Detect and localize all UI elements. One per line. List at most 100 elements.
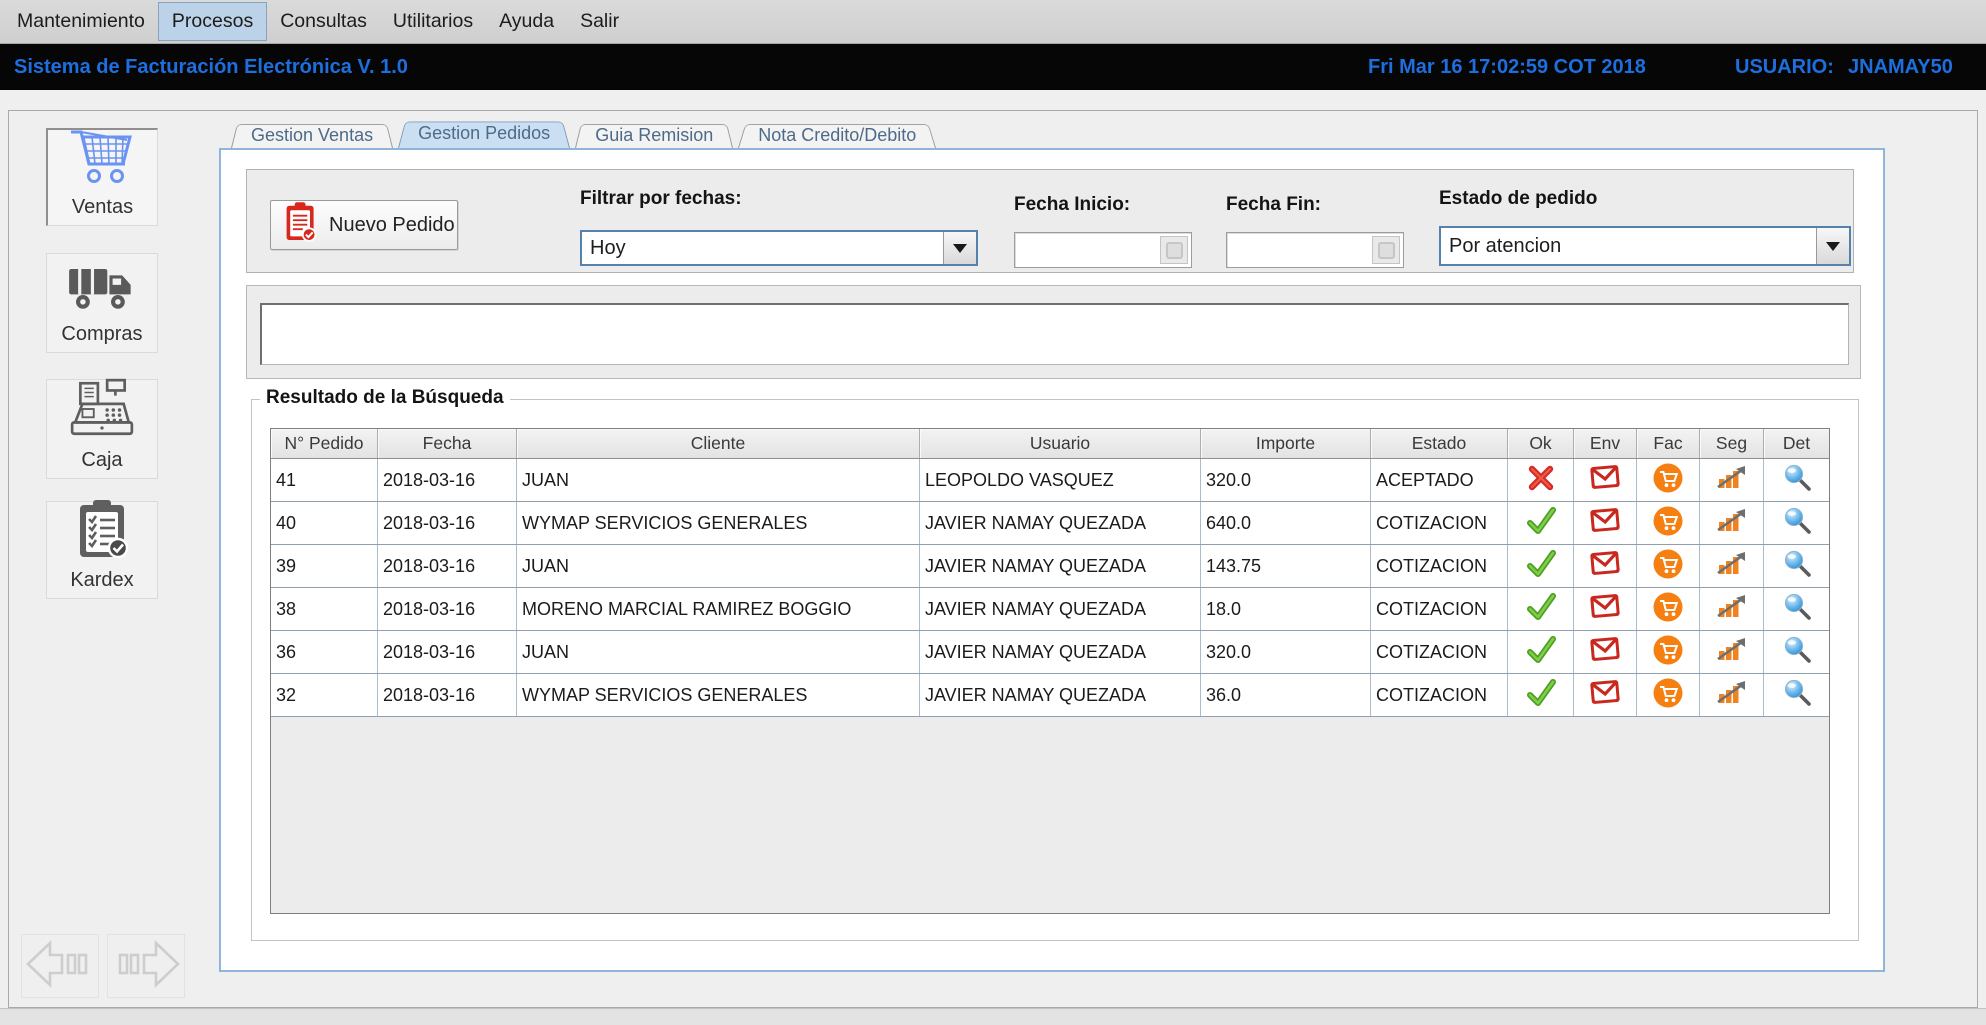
cell-pedido: 40 bbox=[271, 502, 378, 544]
column-header-5[interactable]: Estado bbox=[1371, 429, 1508, 458]
menu-item-procesos[interactable]: Procesos bbox=[158, 2, 267, 41]
estado-pedido-select[interactable]: Por atencion bbox=[1439, 226, 1851, 266]
stats-icon[interactable] bbox=[1716, 464, 1748, 497]
ok-check-icon bbox=[1525, 506, 1557, 541]
cell-seg bbox=[1700, 502, 1764, 544]
magnifier-icon[interactable] bbox=[1782, 463, 1812, 498]
table-row[interactable]: 36 2018-03-16 JUAN JAVIER NAMAY QUEZADA … bbox=[271, 631, 1829, 674]
cart-icon[interactable] bbox=[1652, 505, 1684, 542]
menu-item-utilitarios[interactable]: Utilitarios bbox=[380, 2, 486, 41]
window-footer bbox=[0, 1008, 1986, 1025]
mail-icon[interactable] bbox=[1589, 635, 1621, 670]
cell-estado: COTIZACION bbox=[1371, 631, 1508, 673]
menu-item-mantenimiento[interactable]: Mantenimiento bbox=[4, 2, 158, 41]
cell-fac bbox=[1637, 631, 1700, 673]
stats-icon[interactable] bbox=[1716, 636, 1748, 669]
tab-guia-remision[interactable]: Guia Remision bbox=[575, 122, 733, 148]
cell-env bbox=[1574, 674, 1637, 716]
table-row[interactable]: 38 2018-03-16 MORENO MARCIAL RAMIREZ BOG… bbox=[271, 588, 1829, 631]
table-row[interactable]: 40 2018-03-16 WYMAP SERVICIOS GENERALES … bbox=[271, 502, 1829, 545]
cell-det bbox=[1764, 545, 1829, 587]
magnifier-icon[interactable] bbox=[1782, 678, 1812, 713]
menu-item-ayuda[interactable]: Ayuda bbox=[486, 2, 567, 41]
nav-forward-button[interactable] bbox=[107, 934, 185, 998]
menu-item-consultas[interactable]: Consultas bbox=[267, 2, 380, 41]
cart-icon[interactable] bbox=[1652, 462, 1684, 499]
column-header-3[interactable]: Usuario bbox=[920, 429, 1201, 458]
table-row[interactable]: 32 2018-03-16 WYMAP SERVICIOS GENERALES … bbox=[271, 674, 1829, 717]
tab-nota-credito-debito[interactable]: Nota Credito/Debito bbox=[738, 122, 936, 148]
cart-icon[interactable] bbox=[1652, 634, 1684, 671]
magnifier-icon[interactable] bbox=[1782, 592, 1812, 627]
column-header-2[interactable]: Cliente bbox=[517, 429, 920, 458]
mail-icon[interactable] bbox=[1589, 463, 1621, 498]
cell-importe: 36.0 bbox=[1201, 674, 1371, 716]
fecha-fin-label: Fecha Fin: bbox=[1226, 194, 1321, 216]
column-header-1[interactable]: Fecha bbox=[378, 429, 517, 458]
mail-icon[interactable] bbox=[1589, 678, 1621, 713]
stats-icon[interactable] bbox=[1716, 507, 1748, 540]
cart-icon[interactable] bbox=[1652, 548, 1684, 585]
message-panel bbox=[246, 285, 1861, 379]
stats-icon[interactable] bbox=[1716, 550, 1748, 583]
cell-importe: 640.0 bbox=[1201, 502, 1371, 544]
nav-forward-icon bbox=[110, 938, 182, 995]
chevron-down-icon[interactable] bbox=[1816, 228, 1849, 264]
date-filter-label: Filtrar por fechas: bbox=[580, 188, 742, 210]
magnifier-icon[interactable] bbox=[1782, 635, 1812, 670]
cell-cliente: MORENO MARCIAL RAMIREZ BOGGIO bbox=[517, 588, 920, 630]
cell-det bbox=[1764, 502, 1829, 544]
fecha-inicio-field[interactable] bbox=[1014, 232, 1192, 268]
stats-icon[interactable] bbox=[1716, 679, 1748, 712]
stats-icon[interactable] bbox=[1716, 593, 1748, 626]
menu-item-salir[interactable]: Salir bbox=[567, 2, 632, 41]
tab-gestion-ventas[interactable]: Gestion Ventas bbox=[231, 122, 393, 148]
cell-ok bbox=[1508, 459, 1574, 501]
cell-seg bbox=[1700, 459, 1764, 501]
user-label: USUARIO: bbox=[1735, 44, 1834, 90]
sidebar-item-caja[interactable]: Caja bbox=[46, 379, 158, 479]
sidebar-item-compras[interactable]: Compras bbox=[46, 253, 158, 353]
sidebar-item-kardex[interactable]: Kardex bbox=[46, 501, 158, 599]
magnifier-icon[interactable] bbox=[1782, 506, 1812, 541]
magnifier-icon[interactable] bbox=[1782, 549, 1812, 584]
nav-back-button[interactable] bbox=[21, 934, 99, 998]
mail-icon[interactable] bbox=[1589, 592, 1621, 627]
calendar-picker-icon[interactable] bbox=[1160, 236, 1188, 264]
cell-usuario: JAVIER NAMAY QUEZADA bbox=[920, 631, 1201, 673]
cell-importe: 320.0 bbox=[1201, 631, 1371, 673]
new-order-button[interactable]: Nuevo Pedido bbox=[270, 200, 458, 250]
ok-check-icon bbox=[1525, 635, 1557, 670]
column-header-10[interactable]: Det bbox=[1764, 429, 1829, 458]
title-bar: Sistema de Facturación Electrónica V. 1.… bbox=[0, 44, 1986, 90]
tab-gestion-pedidos[interactable]: Gestion Pedidos bbox=[398, 119, 570, 148]
sidebar-item-label: Compras bbox=[61, 323, 142, 346]
table-row[interactable]: 39 2018-03-16 JUAN JAVIER NAMAY QUEZADA … bbox=[271, 545, 1829, 588]
date-filter-select[interactable]: Hoy bbox=[580, 230, 978, 266]
table-row[interactable]: 41 2018-03-16 JUAN LEOPOLDO VASQUEZ 320.… bbox=[271, 459, 1829, 502]
chevron-down-icon[interactable] bbox=[943, 232, 976, 264]
mail-icon[interactable] bbox=[1589, 549, 1621, 584]
column-header-8[interactable]: Fac bbox=[1637, 429, 1700, 458]
column-header-0[interactable]: N° Pedido bbox=[271, 429, 378, 458]
cell-ok bbox=[1508, 502, 1574, 544]
sidebar-item-ventas[interactable]: Ventas bbox=[46, 128, 158, 226]
cell-seg bbox=[1700, 545, 1764, 587]
cell-pedido: 39 bbox=[271, 545, 378, 587]
username-value: JNAMAY50 bbox=[1848, 44, 1953, 90]
calendar-picker-icon[interactable] bbox=[1372, 236, 1400, 264]
cell-env bbox=[1574, 459, 1637, 501]
column-header-6[interactable]: Ok bbox=[1508, 429, 1574, 458]
column-header-9[interactable]: Seg bbox=[1700, 429, 1764, 458]
cell-estado: COTIZACION bbox=[1371, 502, 1508, 544]
column-header-4[interactable]: Importe bbox=[1201, 429, 1371, 458]
cart-icon[interactable] bbox=[1652, 677, 1684, 714]
message-textbox[interactable] bbox=[260, 303, 1849, 365]
cell-pedido: 41 bbox=[271, 459, 378, 501]
cart-icon[interactable] bbox=[1652, 591, 1684, 628]
fecha-fin-field[interactable] bbox=[1226, 232, 1404, 268]
cell-cliente: JUAN bbox=[517, 631, 920, 673]
mail-icon[interactable] bbox=[1589, 506, 1621, 541]
column-header-7[interactable]: Env bbox=[1574, 429, 1637, 458]
cell-usuario: JAVIER NAMAY QUEZADA bbox=[920, 588, 1201, 630]
